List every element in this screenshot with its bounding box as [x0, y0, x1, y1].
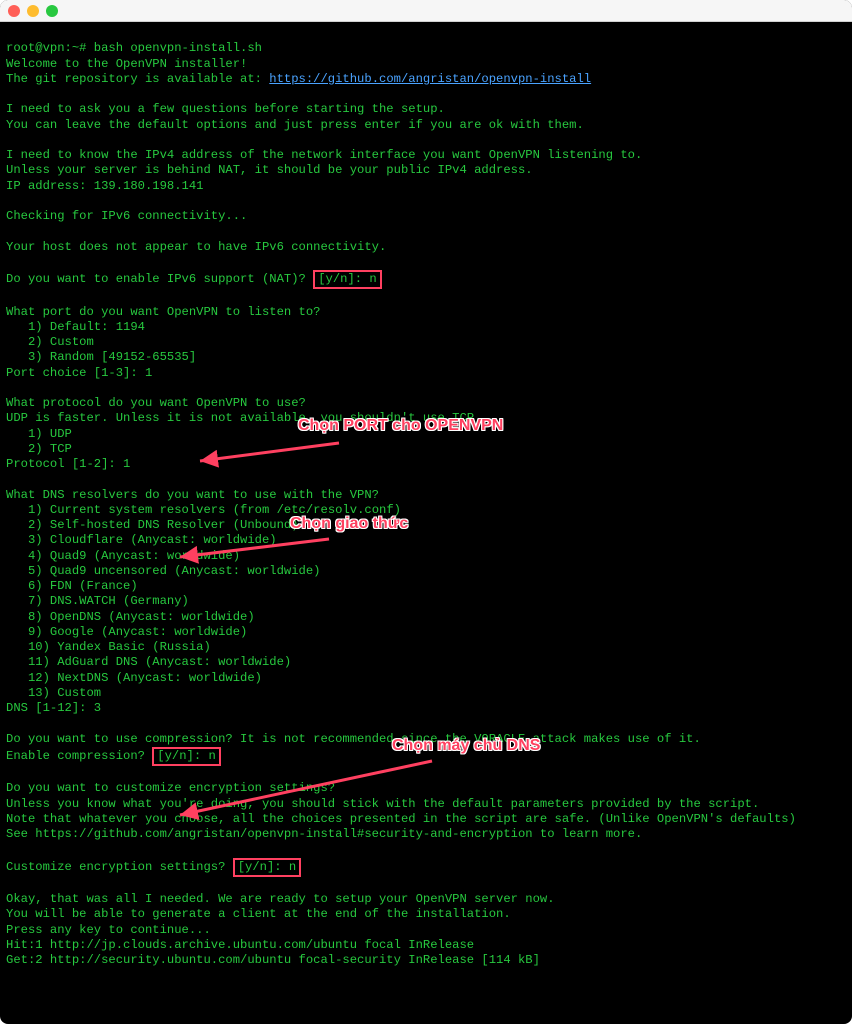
term-line: Your host does not appear to have IPv6 c…: [6, 240, 386, 254]
encryption-answer-highlight: [y/n]: n: [233, 858, 302, 877]
term-line: Checking for IPv6 connectivity...: [6, 209, 247, 223]
term-line: Enable compression? [y/n]: n: [6, 749, 221, 763]
shell-prompt: root@vpn:~# bash openvpn-install.sh: [6, 41, 262, 55]
term-line: Unless you know what you're doing, you s…: [6, 797, 759, 811]
term-line: You can leave the default options and ju…: [6, 118, 584, 132]
term-line: You will be able to generate a client at…: [6, 907, 511, 921]
term-line: 2) TCP: [6, 442, 72, 456]
term-line: Welcome to the OpenVPN installer!: [6, 57, 247, 71]
term-line: IP address: 139.180.198.141: [6, 179, 203, 193]
ipv6-answer-highlight: [y/n]: n: [313, 270, 382, 289]
titlebar: [0, 0, 852, 22]
term-line: 13) Custom: [6, 686, 101, 700]
term-line: 5) Quad9 uncensored (Anycast: worldwide): [6, 564, 321, 578]
compression-answer-highlight: [y/n]: n: [152, 747, 221, 766]
term-line: 6) FDN (France): [6, 579, 138, 593]
term-line: Do you want to enable IPv6 support (NAT)…: [6, 272, 382, 286]
term-line: See https://github.com/angristan/openvpn…: [6, 827, 642, 841]
term-line: 1) Current system resolvers (from /etc/r…: [6, 503, 401, 517]
term-line: 4) Quad9 (Anycast: worldwide): [6, 549, 240, 563]
term-line: 10) Yandex Basic (Russia): [6, 640, 211, 654]
repo-link[interactable]: https://github.com/angristan/openvpn-ins…: [269, 72, 591, 86]
close-icon[interactable]: [8, 5, 20, 17]
term-line: 7) DNS.WATCH (Germany): [6, 594, 189, 608]
term-line: 12) NextDNS (Anycast: worldwide): [6, 671, 262, 685]
term-line: Protocol [1-2]: 1: [6, 457, 130, 471]
term-line: 3) Random [49152-65535]: [6, 350, 196, 364]
term-line: Port choice [1-3]: 1: [6, 366, 152, 380]
term-line: DNS [1-12]: 3: [6, 701, 101, 715]
term-line: 9) Google (Anycast: worldwide): [6, 625, 247, 639]
term-line: 2) Self-hosted DNS Resolver (Unbound): [6, 518, 299, 532]
term-line: I need to know the IPv4 address of the n…: [6, 148, 642, 162]
maximize-icon[interactable]: [46, 5, 58, 17]
term-line: Okay, that was all I needed. We are read…: [6, 892, 555, 906]
term-line: What port do you want OpenVPN to listen …: [6, 305, 321, 319]
terminal-window: root@vpn:~# bash openvpn-install.sh Welc…: [0, 0, 852, 1024]
term-line: 11) AdGuard DNS (Anycast: worldwide): [6, 655, 291, 669]
term-line: Unless your server is behind NAT, it sho…: [6, 163, 533, 177]
term-line: 2) Custom: [6, 335, 94, 349]
term-line: What protocol do you want OpenVPN to use…: [6, 396, 306, 410]
term-line: 1) Default: 1194: [6, 320, 145, 334]
term-line: Do you want to use compression? It is no…: [6, 732, 701, 746]
term-line: The git repository is available at: http…: [6, 72, 591, 86]
term-line: 8) OpenDNS (Anycast: worldwide): [6, 610, 255, 624]
terminal-body[interactable]: root@vpn:~# bash openvpn-install.sh Welc…: [0, 22, 852, 1024]
term-line: Press any key to continue...: [6, 923, 211, 937]
term-line: Do you want to customize encryption sett…: [6, 781, 335, 795]
annotation-protocol: Chọn giao thức: [290, 514, 408, 534]
term-line: What DNS resolvers do you want to use wi…: [6, 488, 379, 502]
term-line: 1) UDP: [6, 427, 72, 441]
term-line: UDP is faster. Unless it is not availabl…: [6, 411, 481, 425]
term-line: Hit:1 http://jp.clouds.archive.ubuntu.co…: [6, 938, 474, 952]
term-line: 3) Cloudflare (Anycast: worldwide): [6, 533, 277, 547]
term-line: Get:2 http://security.ubuntu.com/ubuntu …: [6, 953, 540, 967]
term-line: Customize encryption settings? [y/n]: n: [6, 860, 301, 874]
minimize-icon[interactable]: [27, 5, 39, 17]
term-line: Note that whatever you choose, all the c…: [6, 812, 796, 826]
term-line: I need to ask you a few questions before…: [6, 102, 445, 116]
arrow-port-icon: [150, 422, 354, 498]
